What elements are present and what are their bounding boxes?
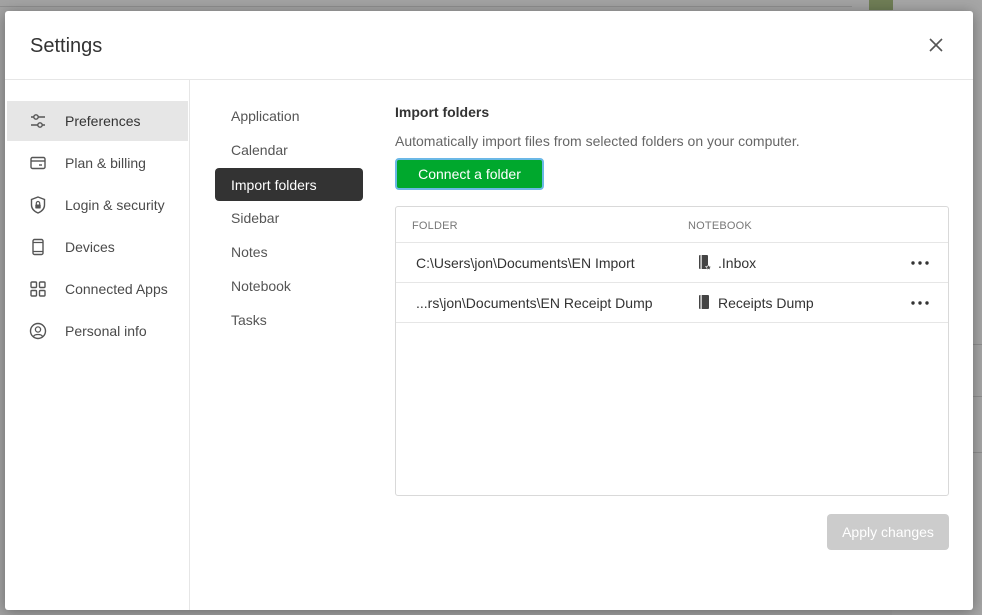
- row-more-button[interactable]: [908, 251, 932, 275]
- user-circle-icon: [28, 321, 48, 341]
- table-row[interactable]: C:\Users\jon\Documents\EN Import .Inbox: [396, 243, 948, 283]
- more-horizontal-icon: [911, 261, 929, 265]
- credit-card-icon: [28, 153, 48, 173]
- subnav-item-notebook[interactable]: Notebook: [215, 269, 363, 302]
- connect-folder-button[interactable]: Connect a folder: [395, 158, 544, 190]
- column-header-notebook: NOTEBOOK: [688, 220, 752, 232]
- close-button[interactable]: [924, 33, 948, 57]
- subnav-item-import-folders[interactable]: Import folders: [215, 168, 363, 201]
- settings-modal: Settings Preferences Plan & billing Logi…: [5, 11, 973, 610]
- notebook-icon: [698, 294, 712, 312]
- background-thumbnail: [869, 0, 893, 10]
- table-header: FOLDER NOTEBOOK: [396, 207, 948, 243]
- subnav-item-sidebar[interactable]: Sidebar: [215, 201, 363, 234]
- default-notebook-icon: [698, 254, 712, 272]
- column-header-folder: FOLDER: [412, 220, 458, 232]
- subnav-item-application[interactable]: Application: [215, 99, 363, 132]
- sidebar-item-devices[interactable]: Devices: [7, 227, 188, 267]
- row-more-button[interactable]: [908, 291, 932, 315]
- apply-changes-button[interactable]: Apply changes: [827, 514, 949, 550]
- apps-grid-icon: [28, 279, 48, 299]
- sidebar-item-label: Preferences: [65, 113, 141, 129]
- background-divider: [0, 6, 852, 7]
- sliders-icon: [28, 111, 48, 131]
- folder-path: C:\Users\jon\Documents\EN Import: [416, 255, 635, 271]
- subnav-item-tasks[interactable]: Tasks: [215, 303, 363, 336]
- folder-path: ...rs\jon\Documents\EN Receipt Dump: [416, 295, 653, 311]
- section-description: Automatically import files from selected…: [395, 133, 800, 149]
- notebook-name: .Inbox: [718, 255, 757, 271]
- subnav-item-calendar[interactable]: Calendar: [215, 133, 363, 166]
- table-row[interactable]: ...rs\jon\Documents\EN Receipt Dump Rece…: [396, 283, 948, 323]
- device-icon: [28, 237, 48, 257]
- settings-sidebar: Preferences Plan & billing Login & secur…: [5, 80, 190, 610]
- shield-lock-icon: [28, 195, 48, 215]
- subnav-item-notes[interactable]: Notes: [215, 235, 363, 268]
- sidebar-item-connected-apps[interactable]: Connected Apps: [7, 269, 188, 309]
- modal-title: Settings: [30, 35, 103, 57]
- notebook-cell[interactable]: Receipts Dump: [698, 294, 814, 312]
- sidebar-item-preferences[interactable]: Preferences: [7, 101, 188, 141]
- notebook-name: Receipts Dump: [718, 295, 814, 311]
- modal-header: Settings: [5, 11, 973, 80]
- sidebar-item-login-security[interactable]: Login & security: [7, 185, 188, 225]
- more-horizontal-icon: [911, 301, 929, 305]
- sidebar-item-label: Plan & billing: [65, 155, 146, 171]
- section-title: Import folders: [395, 104, 490, 120]
- sidebar-item-label: Devices: [65, 239, 115, 255]
- sidebar-item-personal-info[interactable]: Personal info: [7, 311, 188, 351]
- sidebar-item-plan-billing[interactable]: Plan & billing: [7, 143, 188, 183]
- close-icon: [929, 38, 943, 52]
- notebook-cell[interactable]: .Inbox: [698, 254, 756, 272]
- import-folders-table: FOLDER NOTEBOOK C:\Users\jon\Documents\E…: [395, 206, 949, 496]
- sidebar-item-label: Personal info: [65, 323, 147, 339]
- sidebar-item-label: Login & security: [65, 197, 165, 213]
- sidebar-item-label: Connected Apps: [65, 281, 168, 297]
